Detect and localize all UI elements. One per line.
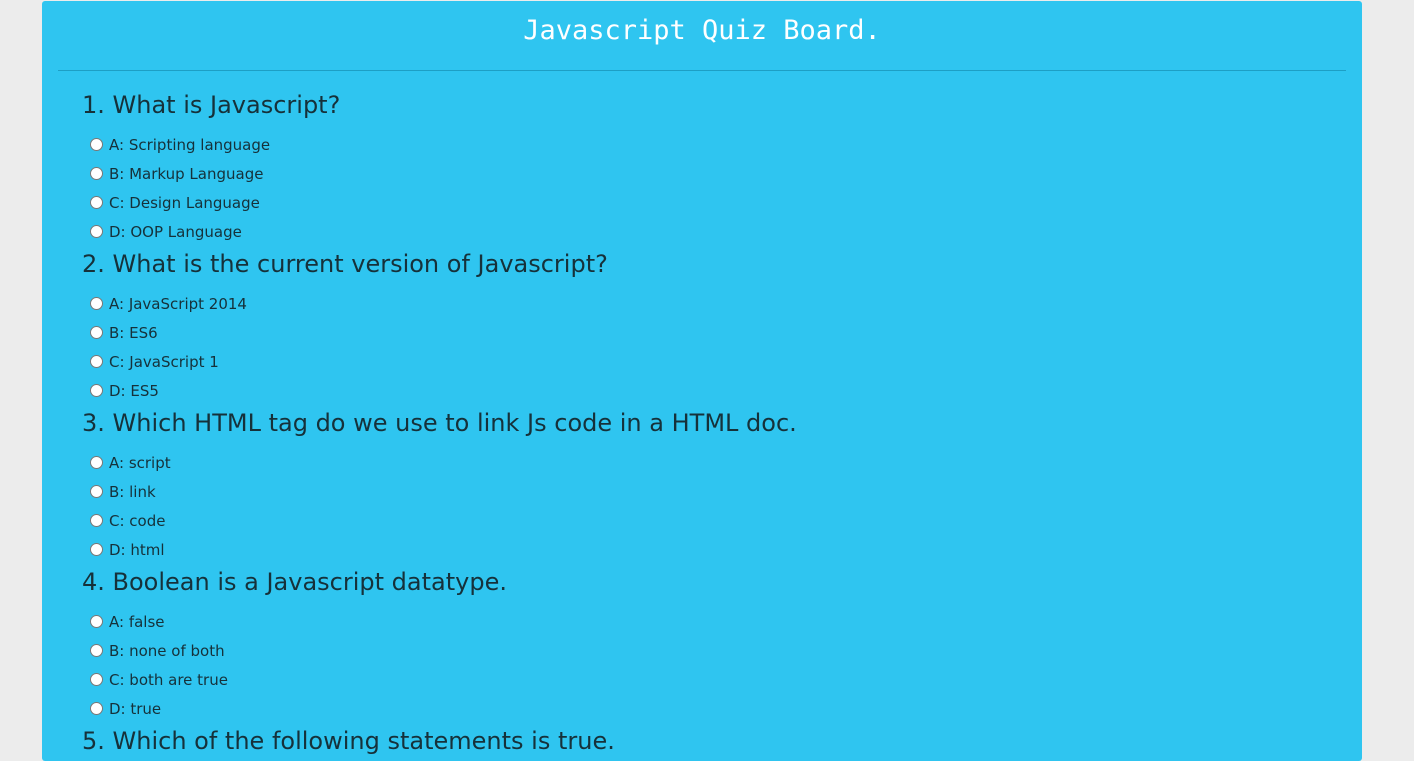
option-label: C: Design Language [109, 193, 260, 212]
question-list: 1. What is Javascript? A: Scripting lang… [42, 71, 1362, 761]
question-5: 5. Which of the following statements is … [82, 723, 1362, 761]
option-label: A: false [109, 612, 165, 631]
option-4a[interactable]: A: false [90, 607, 1362, 636]
radio-button[interactable] [90, 615, 103, 628]
radio-button[interactable] [90, 673, 103, 686]
option-label: D: true [109, 699, 162, 718]
option-4c[interactable]: C: both are true [90, 665, 1362, 694]
radio-button[interactable] [90, 196, 103, 209]
option-list: A: Scripting language B: Markup Language… [82, 125, 1362, 246]
option-4d[interactable]: D: true [90, 694, 1362, 723]
option-3d[interactable]: D: html [90, 535, 1362, 564]
question-3: 3. Which HTML tag do we use to link Js c… [82, 405, 1362, 564]
option-label: A: script [109, 453, 171, 472]
radio-button[interactable] [90, 702, 103, 715]
question-2: 2. What is the current version of Javasc… [82, 246, 1362, 405]
option-list: A: JavaScript 2014 B: ES6 C: JavaScript … [82, 284, 1362, 405]
option-2c[interactable]: C: JavaScript 1 [90, 347, 1362, 376]
option-2d[interactable]: D: ES5 [90, 376, 1362, 405]
option-4b[interactable]: B: none of both [90, 636, 1362, 665]
radio-button[interactable] [90, 384, 103, 397]
option-label: B: link [109, 482, 156, 501]
radio-button[interactable] [90, 297, 103, 310]
option-list: A: false B: none of both C: both are tru… [82, 602, 1362, 723]
radio-button[interactable] [90, 644, 103, 657]
option-label: A: Scripting language [109, 135, 271, 154]
option-label: C: JavaScript 1 [109, 352, 219, 371]
question-title: 3. Which HTML tag do we use to link Js c… [82, 409, 797, 437]
radio-button[interactable] [90, 326, 103, 339]
option-label: D: ES5 [109, 381, 159, 400]
option-label: D: html [109, 540, 165, 559]
option-label: B: ES6 [109, 323, 158, 342]
question-4: 4. Boolean is a Javascript datatype. A: … [82, 564, 1362, 723]
radio-button[interactable] [90, 485, 103, 498]
radio-button[interactable] [90, 138, 103, 151]
option-label: C: code [109, 511, 166, 530]
question-1: 1. What is Javascript? A: Scripting lang… [82, 87, 1362, 246]
radio-button[interactable] [90, 167, 103, 180]
page-title: Javascript Quiz Board. [523, 15, 881, 46]
option-label: B: Markup Language [109, 164, 264, 183]
question-title: 1. What is Javascript? [82, 91, 341, 119]
option-3b[interactable]: B: link [90, 477, 1362, 506]
question-title: 4. Boolean is a Javascript datatype. [82, 568, 507, 596]
option-label: C: both are true [109, 670, 228, 689]
option-label: A: JavaScript 2014 [109, 294, 247, 313]
option-label: D: OOP Language [109, 222, 242, 241]
option-2a[interactable]: A: JavaScript 2014 [90, 289, 1362, 318]
question-title: 5. Which of the following statements is … [82, 727, 615, 755]
radio-button[interactable] [90, 355, 103, 368]
option-1a[interactable]: A: Scripting language [90, 130, 1362, 159]
option-1b[interactable]: B: Markup Language [90, 159, 1362, 188]
question-title: 2. What is the current version of Javasc… [82, 250, 608, 278]
option-1c[interactable]: C: Design Language [90, 188, 1362, 217]
option-1d[interactable]: D: OOP Language [90, 217, 1362, 246]
board-header: Javascript Quiz Board. [58, 1, 1346, 71]
quiz-board: Javascript Quiz Board. 1. What is Javasc… [42, 1, 1362, 761]
option-3a[interactable]: A: script [90, 448, 1362, 477]
option-3c[interactable]: C: code [90, 506, 1362, 535]
radio-button[interactable] [90, 456, 103, 469]
option-2b[interactable]: B: ES6 [90, 318, 1362, 347]
option-label: B: none of both [109, 641, 225, 660]
option-list: A: script B: link C: code D: html [82, 443, 1362, 564]
radio-button[interactable] [90, 514, 103, 527]
radio-button[interactable] [90, 543, 103, 556]
radio-button[interactable] [90, 225, 103, 238]
